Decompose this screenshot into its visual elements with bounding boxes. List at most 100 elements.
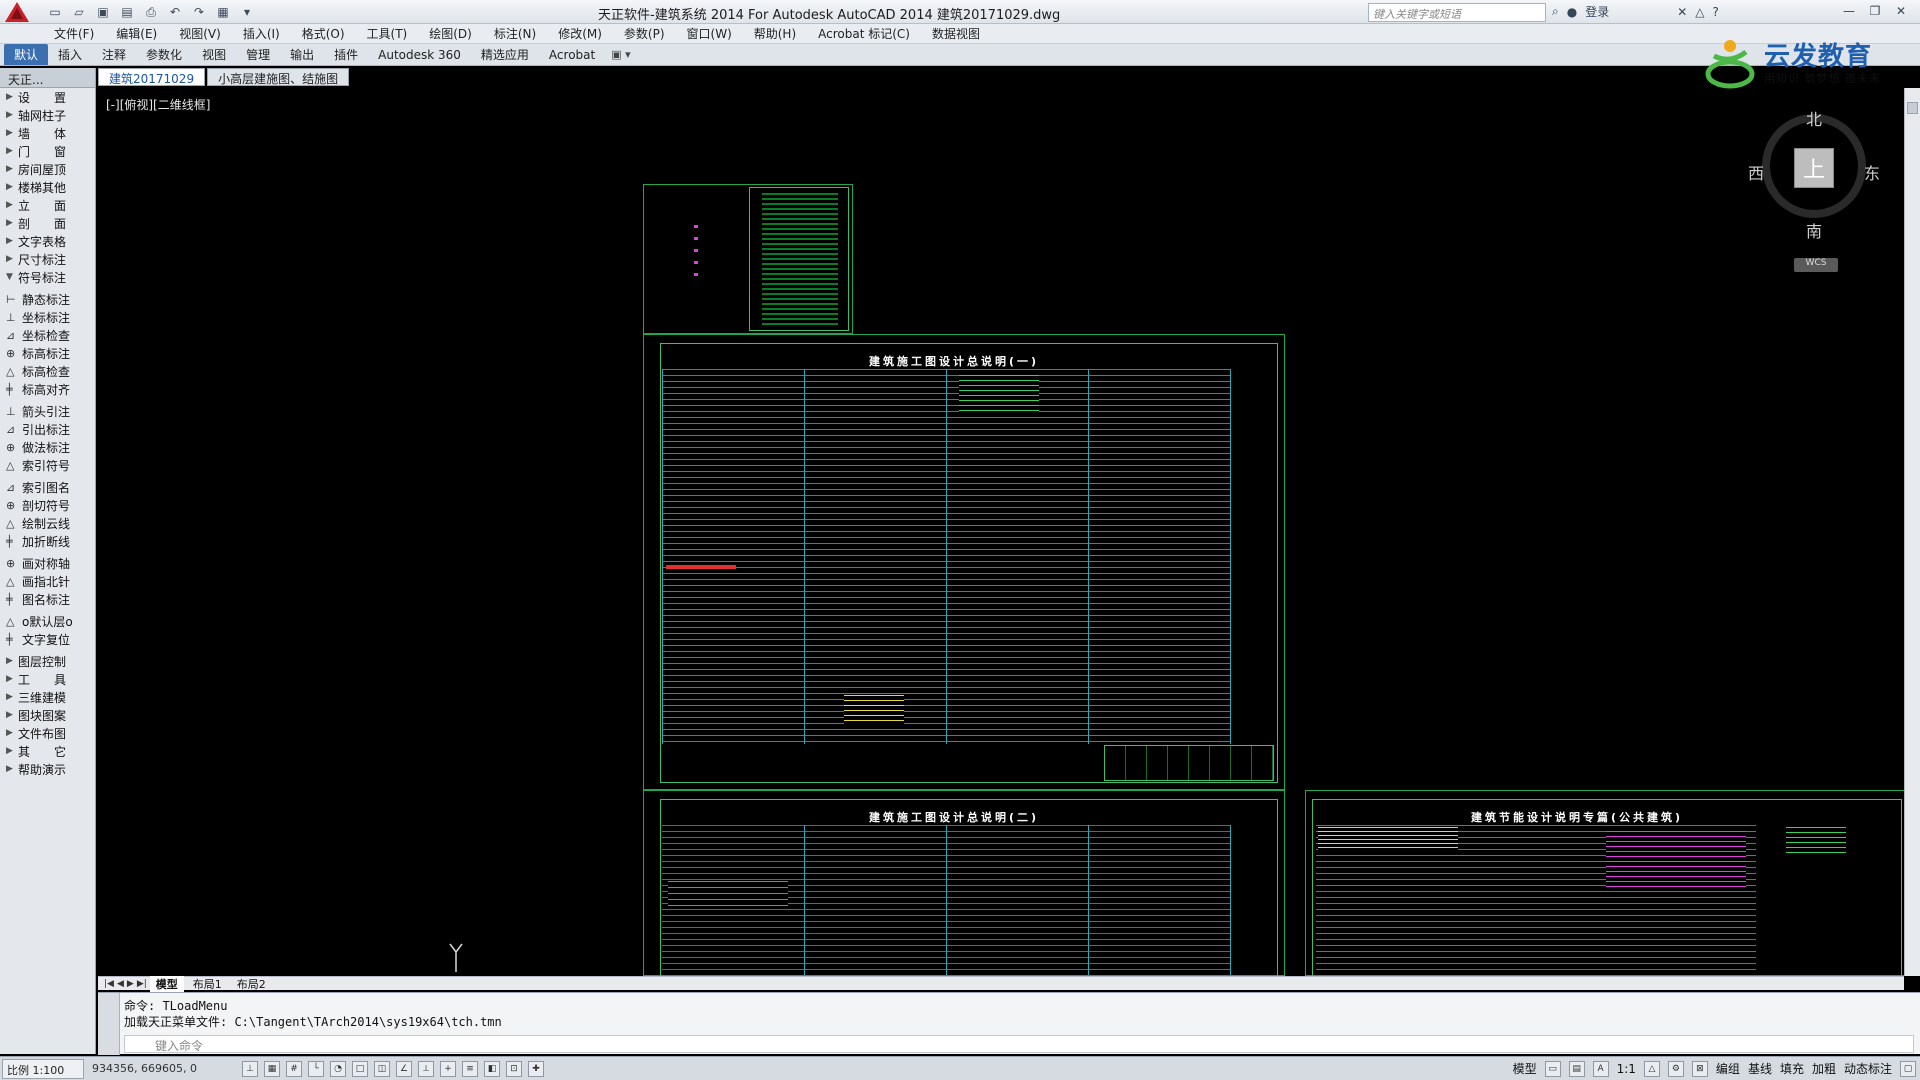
vertical-scrollbar[interactable] [1904, 88, 1920, 976]
status-annotation-scale[interactable]: 1:1 [1617, 1062, 1636, 1076]
new-file-icon[interactable]: ▭ [46, 3, 64, 21]
dyn-input-icon[interactable]: + [440, 1060, 456, 1077]
viewport-label[interactable]: [-][俯视][二维线框] [106, 96, 210, 113]
infer-constraints-icon[interactable]: ⊥ [242, 1060, 258, 1077]
palette-item[interactable]: ⊢ 静态标注 [0, 290, 95, 308]
osnap-icon[interactable]: □ [352, 1060, 368, 1077]
status-baseline[interactable]: 基线 [1748, 1060, 1772, 1077]
status-bold[interactable]: 加粗 [1812, 1060, 1836, 1077]
palette-item[interactable]: ⊕ 标高标注 [0, 344, 95, 362]
palette-item[interactable]: ▶ 剖 面 [0, 214, 95, 232]
menu-item[interactable]: 格式(O) [302, 25, 345, 42]
last-layout-icon[interactable]: ▶| [137, 979, 147, 989]
selection-cycling-icon[interactable]: ⊡ [506, 1060, 522, 1077]
palette-item[interactable]: ▶ 文字表格 [0, 232, 95, 250]
palette-item[interactable]: ▶ 尺寸标注 [0, 250, 95, 268]
palette-item[interactable]: ╪ 图名标注 [0, 590, 95, 608]
ribbon-tab[interactable]: Autodesk 360 [368, 46, 471, 64]
scroll-thumb[interactable] [1907, 102, 1918, 114]
wcs-menu[interactable]: WCS [1794, 258, 1838, 272]
menu-item[interactable]: 视图(V) [179, 25, 221, 42]
viewcube-south[interactable]: 南 [1806, 218, 1822, 242]
annotation-visibility-icon[interactable]: △ [1643, 1060, 1660, 1077]
palette-item[interactable]: ⊿ 索引图名 [0, 478, 95, 496]
minimize-icon[interactable]: — [1838, 2, 1860, 20]
palette-item[interactable]: ▶ 文件布图 [0, 724, 95, 742]
ribbon-tab[interactable]: 插入 [48, 44, 92, 65]
3d-osnap-icon[interactable]: ◫ [374, 1060, 390, 1077]
palette-item[interactable]: ⊕ 画对称轴 [0, 554, 95, 572]
palette-item[interactable]: ╪ 加折断线 [0, 532, 95, 550]
command-line-handle[interactable] [98, 993, 120, 1055]
viewcube-north[interactable]: 北 [1806, 106, 1822, 130]
undo-icon[interactable]: ↶ [166, 3, 184, 21]
palette-item[interactable]: △ 索引符号 [0, 456, 95, 474]
status-group[interactable]: 编组 [1716, 1060, 1740, 1077]
palette-item[interactable]: ▶ 房间屋顶 [0, 160, 95, 178]
menu-item[interactable]: 数据视图 [932, 25, 980, 42]
lock-icon[interactable]: ⊠ [1691, 1060, 1708, 1077]
ribbon-tab[interactable]: 输出 [280, 44, 324, 65]
ribbon-tab[interactable]: 默认 [4, 44, 49, 65]
prev-layout-icon[interactable]: ◀ [117, 979, 124, 989]
tab-layout1[interactable]: 布局1 [187, 976, 228, 992]
palette-item[interactable]: ▶ 门 窗 [0, 142, 95, 160]
otrack-icon[interactable]: ∠ [396, 1060, 412, 1077]
login-link[interactable]: 登录 [1585, 3, 1609, 20]
save-as-icon[interactable]: ▤ [118, 3, 136, 21]
viewcube[interactable]: 上 北 南 西 东 WCS [1748, 106, 1880, 272]
dropdown-arrow-icon[interactable]: ▾ [238, 3, 256, 21]
ribbon-tab[interactable]: Acrobat [539, 46, 605, 64]
palette-item[interactable]: ⊿ 引出标注 [0, 420, 95, 438]
palette-item[interactable]: △ 标高检查 [0, 362, 95, 380]
first-layout-icon[interactable]: |◀ [104, 979, 114, 989]
transparency-icon[interactable]: ◧ [484, 1060, 500, 1077]
palette-item[interactable]: ▶ 其 它 [0, 742, 95, 760]
snap-mode-icon[interactable]: ▦ [264, 1060, 280, 1077]
palette-item[interactable]: ▼ 符号标注 [0, 268, 95, 286]
help-search-input[interactable]: 键入关键字或短语 [1368, 3, 1546, 22]
palette-item[interactable]: ⊿ 坐标检查 [0, 326, 95, 344]
binoculars-icon[interactable]: ⌕ [1552, 4, 1559, 19]
annotation-scale-icon[interactable]: A [1592, 1060, 1609, 1077]
palette-item[interactable]: ⊥ 坐标标注 [0, 308, 95, 326]
exchange-icon[interactable]: ✕ [1677, 5, 1687, 19]
menu-item[interactable]: 修改(M) [558, 25, 602, 42]
palette-item[interactable]: ⊕ 做法标注 [0, 438, 95, 456]
print-icon[interactable]: ⎙ [142, 3, 160, 21]
tab-layout2[interactable]: 布局2 [231, 976, 272, 992]
autocad-logo-icon[interactable] [4, 1, 30, 23]
autodesk-a360-icon[interactable]: △ [1695, 5, 1704, 19]
annotation-monitor-icon[interactable]: ✚ [528, 1060, 544, 1077]
palette-item[interactable]: △ 画指北针 [0, 572, 95, 590]
ribbon-tab[interactable]: 管理 [236, 44, 280, 65]
palette-header[interactable]: 天正... [0, 68, 95, 88]
close-icon[interactable]: ✕ [1890, 2, 1912, 20]
lineweight-icon[interactable]: ≡ [462, 1060, 478, 1077]
quick-view-icon[interactable]: ▤ [1568, 1060, 1585, 1077]
palette-item[interactable]: △ 绘制云线 [0, 514, 95, 532]
menu-item[interactable]: 工具(T) [367, 25, 408, 42]
palette-item[interactable]: ▶ 三维建模 [0, 688, 95, 706]
restore-icon[interactable]: ❐ [1864, 2, 1886, 20]
viewcube-west[interactable]: 西 [1748, 160, 1764, 184]
horizontal-scrollbar[interactable] [1296, 976, 1904, 990]
scale-selector[interactable]: 比例 1:100 [2, 1058, 84, 1079]
ribbon-tab[interactable]: 注释 [92, 44, 136, 65]
palette-item[interactable]: ▶ 立 面 [0, 196, 95, 214]
palette-item[interactable]: ▶ 帮助演示 [0, 760, 95, 778]
help-icon[interactable]: ? [1713, 5, 1719, 19]
user-icon[interactable]: ● [1567, 5, 1577, 19]
ribbon-extra-icon[interactable]: ▣ ▾ [611, 48, 630, 61]
viewcube-top-face[interactable]: 上 [1794, 148, 1834, 188]
palette-item[interactable]: ▶ 图块图案 [0, 706, 95, 724]
ribbon-tab[interactable]: 参数化 [136, 44, 192, 65]
ribbon-tab[interactable]: 视图 [192, 44, 236, 65]
palette-item[interactable]: ⊕ 剖切符号 [0, 496, 95, 514]
menu-item[interactable]: 插入(I) [243, 25, 280, 42]
ribbon-tab[interactable]: 插件 [324, 44, 368, 65]
status-model[interactable]: 模型 [1513, 1060, 1537, 1077]
menu-item[interactable]: 帮助(H) [754, 25, 796, 42]
ribbon-tab[interactable]: 精选应用 [471, 44, 539, 65]
menu-item[interactable]: 窗口(W) [687, 25, 732, 42]
